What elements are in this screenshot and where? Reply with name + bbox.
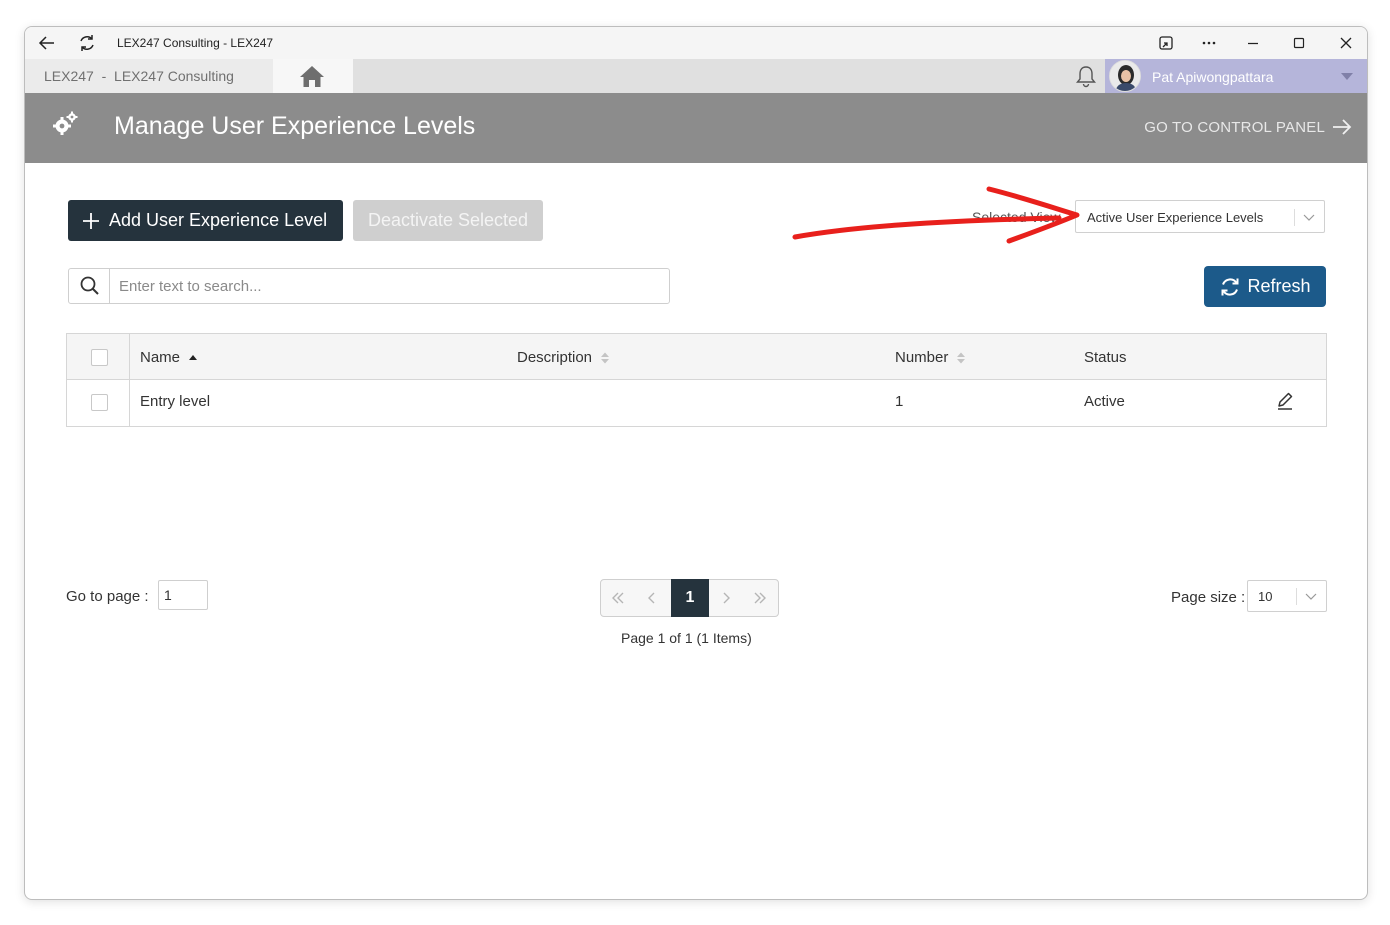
cast-icon[interactable] [1156,33,1176,53]
dropdown-separator [1294,209,1295,226]
current-page-button[interactable]: 1 [671,579,709,617]
row-select-cell [67,380,130,426]
double-chevron-left-icon [612,592,624,604]
row-checkbox[interactable] [91,394,108,411]
maximize-icon[interactable] [1289,33,1309,53]
select-all-cell [67,334,130,379]
column-header-status[interactable]: Status [1084,349,1127,366]
chevron-down-icon [1303,214,1315,221]
chevron-left-icon [648,592,655,604]
add-user-experience-level-button[interactable]: Add User Experience Level [68,200,343,241]
search-input[interactable] [119,276,659,296]
chevron-down-icon [1305,593,1317,600]
control-panel-label: GO TO CONTROL PANEL [1144,118,1325,136]
caret-down-icon [1341,73,1353,80]
refresh-button-label: Refresh [1247,276,1311,296]
pagination: 1 [600,579,779,617]
column-header-label: Status [1084,349,1127,366]
go-to-page-label: Go to page : [66,588,149,605]
deactivate-selected-button[interactable]: Deactivate Selected [353,200,543,241]
cell-status: Active [1084,393,1125,410]
back-arrow-icon[interactable] [37,33,57,53]
table-row[interactable]: Entry level 1 Active [67,380,1326,426]
close-icon[interactable] [1336,33,1356,53]
arrow-right-icon [1333,119,1352,135]
cell-name: Entry level [140,393,211,410]
last-page-button[interactable] [743,580,777,616]
column-header-description[interactable]: Description [517,349,610,366]
next-page-button[interactable] [709,580,743,616]
bell-icon[interactable] [1073,64,1099,88]
sort-icon [601,352,610,363]
selected-view-label: Selected View [972,209,1061,225]
page-header: Manage User Experience Levels GO TO CONT… [25,93,1367,163]
search-icon [80,276,99,295]
previous-page-button[interactable] [635,580,669,616]
go-to-page-input[interactable] [158,580,208,610]
cell-number: 1 [895,393,904,410]
title-bar: LEX247 Consulting - LEX247 [25,27,1367,59]
refresh-icon [1221,277,1239,296]
breadcrumb-text: LEX247 - LEX247 Consulting [44,68,234,84]
selected-view-value: Active User Experience Levels [1087,210,1264,225]
user-name: Pat Apiwongpattara [1152,69,1274,85]
user-photo-icon [1110,61,1140,91]
page-size-label: Page size : [1171,589,1246,606]
column-header-label: Description [517,349,593,366]
page-size-value: 10 [1258,589,1273,604]
double-chevron-right-icon [754,592,766,604]
refresh-button[interactable]: Refresh [1204,266,1326,307]
dropdown-separator [1296,588,1297,605]
sort-icon [957,352,966,363]
user-menu[interactable]: Pat Apiwongpattara [1105,59,1367,93]
add-button-label: Add User Experience Level [109,210,328,230]
home-tab[interactable] [273,59,353,93]
column-header-label: Number [895,349,949,366]
select-all-checkbox[interactable] [91,349,108,366]
edit-pencil-icon[interactable] [1275,391,1295,411]
page-size-dropdown[interactable]: 10 [1247,580,1327,612]
breadcrumb[interactable]: LEX247 - LEX247 Consulting [25,59,273,93]
grid-header: Name Description Number Status [67,334,1326,380]
first-page-button[interactable] [601,580,635,616]
chevron-right-icon [723,592,730,604]
reload-icon[interactable] [77,33,97,53]
column-header-label: Name [140,349,181,366]
home-icon [300,66,324,87]
search-box [68,268,670,304]
more-options-icon[interactable] [1199,33,1219,53]
minimize-icon[interactable] [1243,33,1263,53]
gears-icon [53,111,78,135]
selected-view-dropdown[interactable]: Active User Experience Levels [1075,200,1325,233]
sort-ascending-icon [189,354,198,360]
avatar [1109,60,1141,92]
page-info: Page 1 of 1 (1 Items) [621,630,752,646]
data-grid: Name Description Number Status Entry lev… [66,333,1327,427]
page-title: Manage User Experience Levels [114,112,476,140]
column-header-name[interactable]: Name [140,349,198,366]
control-panel-link[interactable]: GO TO CONTROL PANEL [1144,117,1353,137]
search-button[interactable] [69,269,110,303]
app-bar: LEX247 - LEX247 Consulting Pat Apiwongpa… [25,59,1367,93]
column-header-number[interactable]: Number [895,349,966,366]
window-title: LEX247 Consulting - LEX247 [117,36,274,50]
plus-icon [83,212,99,229]
browser-window: LEX247 Consulting - LEX247 LEX247 - LEX2… [24,26,1368,900]
deactivate-button-label: Deactivate Selected [367,210,529,230]
